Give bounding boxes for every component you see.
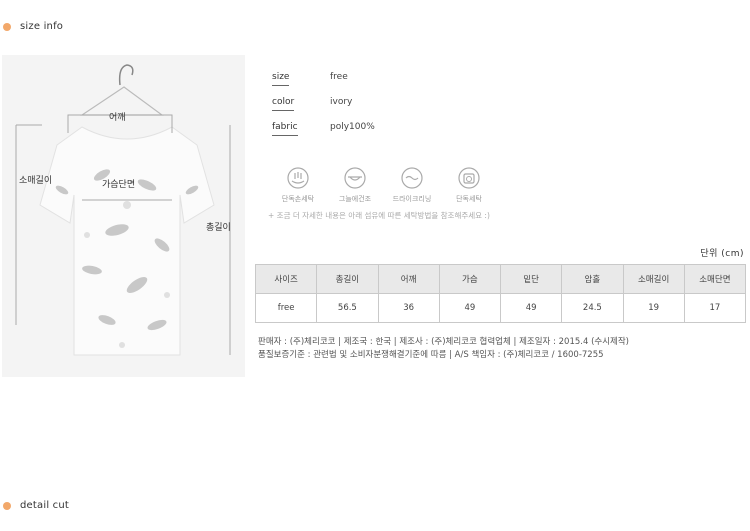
spec-value: ivory xyxy=(330,97,353,107)
size-table: 사이즈 총길이 어깨 가슴 밑단 암홀 소매길이 소매단면 free 56.5 … xyxy=(254,264,747,323)
product-photo: 어깨 소매길이 가슴단면 총길이 xyxy=(2,55,245,377)
dry-clean-icon xyxy=(401,167,423,189)
hand-wash-icon xyxy=(287,167,309,189)
spec-value: poly100% xyxy=(330,122,375,132)
care-label: 단독세탁 xyxy=(456,195,482,203)
care-separate-wash: 단독세탁 xyxy=(439,167,499,204)
table-cell: 24.5 xyxy=(561,293,624,323)
size-info-header: size info xyxy=(3,21,63,32)
care-hand-wash: 단독손세탁 xyxy=(268,167,328,204)
spec-row-size: size free xyxy=(272,72,348,86)
table-cell: 49 xyxy=(438,293,502,323)
table-header-cell: 총길이 xyxy=(316,264,379,294)
shade-dry-icon xyxy=(344,167,366,189)
table-cell: 49 xyxy=(499,293,563,323)
shirt-illustration xyxy=(15,64,231,356)
chest-label: 가슴단면 xyxy=(102,180,136,190)
bullet-dot-icon xyxy=(3,501,11,510)
seller-info: 판매자 : (주)체리코코 | 제조국 : 한국 | 제조사 : (주)체리코코… xyxy=(258,337,629,347)
table-cell: 56.5 xyxy=(316,293,379,323)
total-length-label: 총길이 xyxy=(206,223,231,233)
section-title: detail cut xyxy=(20,500,70,511)
care-note: + 조금 더 자세한 내용은 아래 섬유에 따른 세탁방법을 참조해주세요 :) xyxy=(268,211,490,220)
care-label: 그늘에건조 xyxy=(338,195,372,203)
table-cell: 17 xyxy=(683,293,747,323)
table-cell: 36 xyxy=(377,293,440,323)
table-header-row: 사이즈 총길이 어깨 가슴 밑단 암홀 소매길이 소매단면 xyxy=(254,264,747,294)
warranty-info: 품질보증기준 : 관련법 및 소비자분쟁해결기준에 따름 | A/S 책임자 :… xyxy=(258,350,604,360)
spec-row-fabric: fabric poly100% xyxy=(272,122,375,136)
spec-key: size xyxy=(272,72,290,86)
separate-wash-icon xyxy=(458,167,480,189)
shoulder-label: 어깨 xyxy=(109,113,126,123)
spec-row-color: color ivory xyxy=(272,97,353,111)
table-header-cell: 암홀 xyxy=(561,264,624,294)
detail-cut-header: detail cut xyxy=(3,500,69,511)
table-row: free 56.5 36 49 49 24.5 19 17 xyxy=(254,293,747,323)
bullet-dot-icon xyxy=(3,22,11,31)
spec-key: color xyxy=(272,97,295,111)
care-label: 드라이크리닝 xyxy=(392,195,432,203)
table-header-cell: 소매길이 xyxy=(622,264,685,294)
spec-key: fabric xyxy=(272,122,298,136)
section-title: size info xyxy=(20,21,64,32)
table-cell: free xyxy=(254,293,318,323)
care-shade-dry: 그늘에건조 xyxy=(325,167,385,204)
unit-label: 단위 (cm) xyxy=(700,249,744,259)
table-header-cell: 밑단 xyxy=(499,264,563,294)
table-header-cell: 가슴 xyxy=(438,264,502,294)
table-header-cell: 소매단면 xyxy=(683,264,747,294)
care-dry-clean: 드라이크리닝 xyxy=(382,167,442,204)
care-label: 단독손세탁 xyxy=(281,195,315,203)
table-header-cell: 어깨 xyxy=(377,264,440,294)
table-cell: 19 xyxy=(622,293,685,323)
table-header-cell: 사이즈 xyxy=(254,264,318,294)
sleeve-length-label: 소매길이 xyxy=(19,176,53,186)
spec-value: free xyxy=(330,72,348,82)
